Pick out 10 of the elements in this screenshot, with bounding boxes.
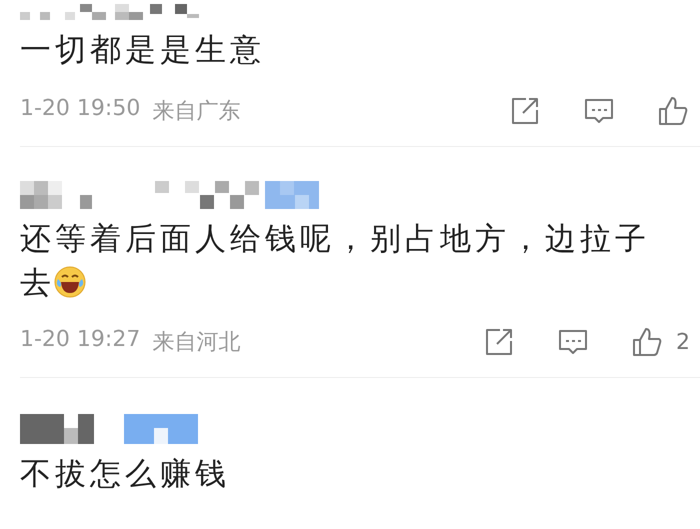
comment-time: 1-20 19:27 xyxy=(20,327,140,354)
comment-location: 来自广东 xyxy=(152,98,240,126)
comment-text: 还等着后面人给钱呢，别占地方，边拉子去 xyxy=(20,220,651,303)
comment-text: 一切都是是生意 xyxy=(20,31,266,70)
comment-time: 1-20 19:50 xyxy=(20,96,140,123)
like-count: 2 xyxy=(676,330,690,354)
like-icon[interactable] xyxy=(656,94,690,128)
comment-location: 来自河北 xyxy=(152,329,240,357)
like-icon[interactable] xyxy=(630,325,664,359)
comment-text: 不拔怎么赚钱 xyxy=(20,455,231,494)
